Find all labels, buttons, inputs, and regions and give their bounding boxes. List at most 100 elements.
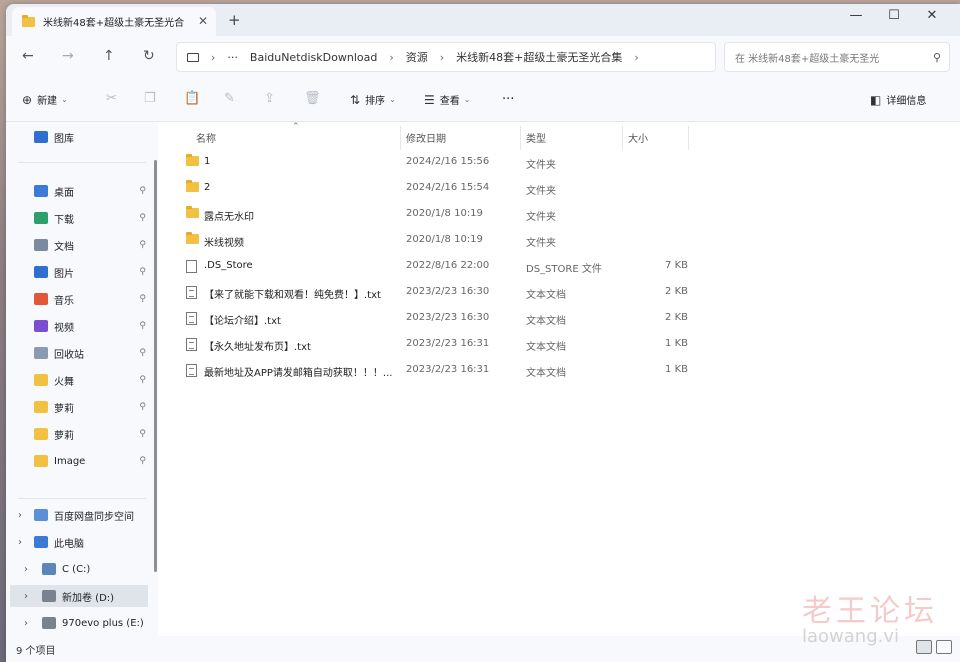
sidebar-item-label: 萝莉 [54,403,74,415]
sidebar-item-0[interactable]: 图库 [6,126,148,148]
column-header-type[interactable]: 类型 [526,130,546,145]
sidebar-item-label: 视频 [54,322,74,334]
pin-icon: ⚲ [139,294,146,304]
sidebar-divider [18,162,146,163]
sidebar-scrollbar[interactable] [154,160,157,572]
copy-icon[interactable]: ❐ [144,91,156,106]
file-name: 露点无水印 [204,212,254,223]
folder-icon [22,14,35,27]
file-row[interactable]: 【来了就能下载和观看！纯免费！】.txt 2023/2/23 16:30 文本文档 2… [180,281,700,305]
sidebar-item-9[interactable]: 萝莉 ⚲ [6,396,148,418]
sidebar-item-8[interactable]: 火舞 ⚲ [6,369,148,391]
sidebar-item-1[interactable]: 桌面 ⚲ [6,180,148,202]
text-file-icon [186,338,197,354]
sidebar-item-13[interactable]: › 此电脑 [6,531,148,553]
column-header-name[interactable]: 名称 [196,130,216,145]
file-row[interactable]: .DS_Store 2022/8/16 22:00 DS_STORE 文件 7 KB [180,255,700,279]
folder-icon [186,232,199,247]
close-window-button[interactable]: ✕ [912,8,952,23]
forward-button[interactable]: → [62,48,74,64]
details-pane-button[interactable]: ◧ 详细信息 [870,92,926,108]
expand-chevron-icon[interactable]: › [24,618,28,629]
file-name: 【论坛介绍】.txt [204,316,281,327]
column-divider[interactable] [400,126,401,150]
sidebar-item-12[interactable]: › 百度网盘同步空间 [6,504,148,526]
new-tab-button[interactable]: + [228,11,241,29]
text-file-icon [186,312,197,328]
file-type: 文本文档 [526,368,566,379]
computer-icon [34,536,48,548]
breadcrumb-current-folder[interactable]: 米线新48套+超级土豪无圣光合集 [456,49,622,65]
expand-chevron-icon[interactable]: › [24,591,28,602]
more-options-button[interactable]: ··· [502,92,514,107]
minimize-button[interactable]: — [836,8,876,23]
monitor-icon [187,52,199,62]
maximize-button[interactable]: ☐ [874,8,914,23]
file-row[interactable]: 露点无水印 2020/1/8 10:19 文件夹 [180,203,700,227]
expand-chevron-icon[interactable]: › [18,510,22,521]
expand-chevron-icon[interactable]: › [24,564,28,575]
file-name: 米线视频 [204,238,244,249]
file-size: 2 KB [665,286,688,297]
back-button[interactable]: ← [22,48,34,64]
delete-icon[interactable]: 🗑 [304,91,321,106]
column-header-size[interactable]: 大小 [628,130,648,145]
breadcrumb-more[interactable]: ··· [227,51,238,64]
refresh-button[interactable]: ↻ [143,48,155,64]
sidebar-item-3[interactable]: 文档 ⚲ [6,234,148,256]
up-button[interactable]: ↑ [103,48,115,64]
file-row[interactable]: 【永久地址发布页】.txt 2023/2/23 16:31 文本文档 1 KB [180,333,700,357]
new-button[interactable]: ⊕ 新建 ⌄ [22,92,68,108]
details-view-icon[interactable] [916,640,932,654]
file-type: 文件夹 [526,212,556,223]
breadcrumb-separator: › [389,50,394,64]
pin-icon: ⚲ [139,186,146,196]
rename-icon[interactable]: ✎ [224,91,235,106]
sidebar-item-2[interactable]: 下载 ⚲ [6,207,148,229]
sidebar-item-label: 此电脑 [54,538,84,550]
close-tab-icon[interactable]: ✕ [198,14,208,28]
file-row[interactable]: 最新地址及APP请发邮箱自动获取！！！... 2023/2/23 16:31 文本文… [180,359,700,383]
sort-button[interactable]: ⇅ 排序 ⌄ [350,92,396,108]
view-button[interactable]: ☰ 查看 ⌄ [424,92,470,108]
file-modified: 2020/1/8 10:19 [406,234,483,245]
sidebar-item-16[interactable]: › 970evo plus (E:) [6,612,148,634]
sidebar-item-5[interactable]: 音乐 ⚲ [6,288,148,310]
sidebar-item-6[interactable]: 视频 ⚲ [6,315,148,337]
search-input[interactable]: 在 米线新48套+超级土豪无圣光 [735,50,915,65]
share-icon[interactable]: ⇪ [264,91,275,106]
search-box[interactable]: 在 米线新48套+超级土豪无圣光 ⚲ [724,42,950,72]
file-row[interactable]: 米线视频 2020/1/8 10:19 文件夹 [180,229,700,253]
sidebar-item-4[interactable]: 图片 ⚲ [6,261,148,283]
tab-current-folder[interactable]: 米线新48套+超级土豪无圣光合 ✕ [12,7,216,36]
title-bar: 米线新48套+超级土豪无圣光合 ✕ + — ☐ ✕ [6,4,960,36]
sidebar-item-7[interactable]: 回收站 ⚲ [6,342,148,364]
breadcrumb-baidunetdiskdownload[interactable]: BaiduNetdiskDownload [250,51,377,64]
sidebar-item-11[interactable]: Image ⚲ [6,450,148,472]
document-icon [34,239,48,251]
file-row[interactable]: 1 2024/2/16 15:56 文件夹 [180,151,700,175]
pin-icon: ⚲ [139,213,146,223]
pin-icon: ⚲ [139,456,146,466]
sidebar-item-10[interactable]: 萝莉 ⚲ [6,423,148,445]
column-header-modified[interactable]: 修改日期 [406,130,446,145]
column-divider[interactable] [688,126,689,150]
tiles-view-icon[interactable] [936,640,952,654]
column-divider[interactable] [622,126,623,150]
sidebar-item-label: 新加卷 (D:) [62,592,115,604]
expand-chevron-icon[interactable]: › [18,537,22,548]
file-modified: 2023/2/23 16:31 [406,364,490,375]
column-divider[interactable] [520,126,521,150]
file-row[interactable]: 2 2024/2/16 15:54 文件夹 [180,177,700,201]
sidebar-item-15[interactable]: › 新加卷 (D:) [10,585,148,607]
sidebar-item-14[interactable]: › C (C:) [6,558,148,580]
address-bar[interactable]: › ··· BaiduNetdiskDownload › 资源 › 米线新48套… [176,42,716,72]
cut-icon[interactable]: ✂ [106,91,117,106]
watermark-url: laowang.vi [802,626,900,647]
breadcrumb-resources[interactable]: 资源 [406,49,428,65]
breadcrumb-separator: › [211,50,216,64]
file-modified: 2020/1/8 10:19 [406,208,483,219]
paste-icon[interactable]: 📋 [184,91,200,106]
file-name: 最新地址及APP请发邮箱自动获取！！！... [204,368,393,379]
file-row[interactable]: 【论坛介绍】.txt 2023/2/23 16:30 文本文档 2 KB [180,307,700,331]
